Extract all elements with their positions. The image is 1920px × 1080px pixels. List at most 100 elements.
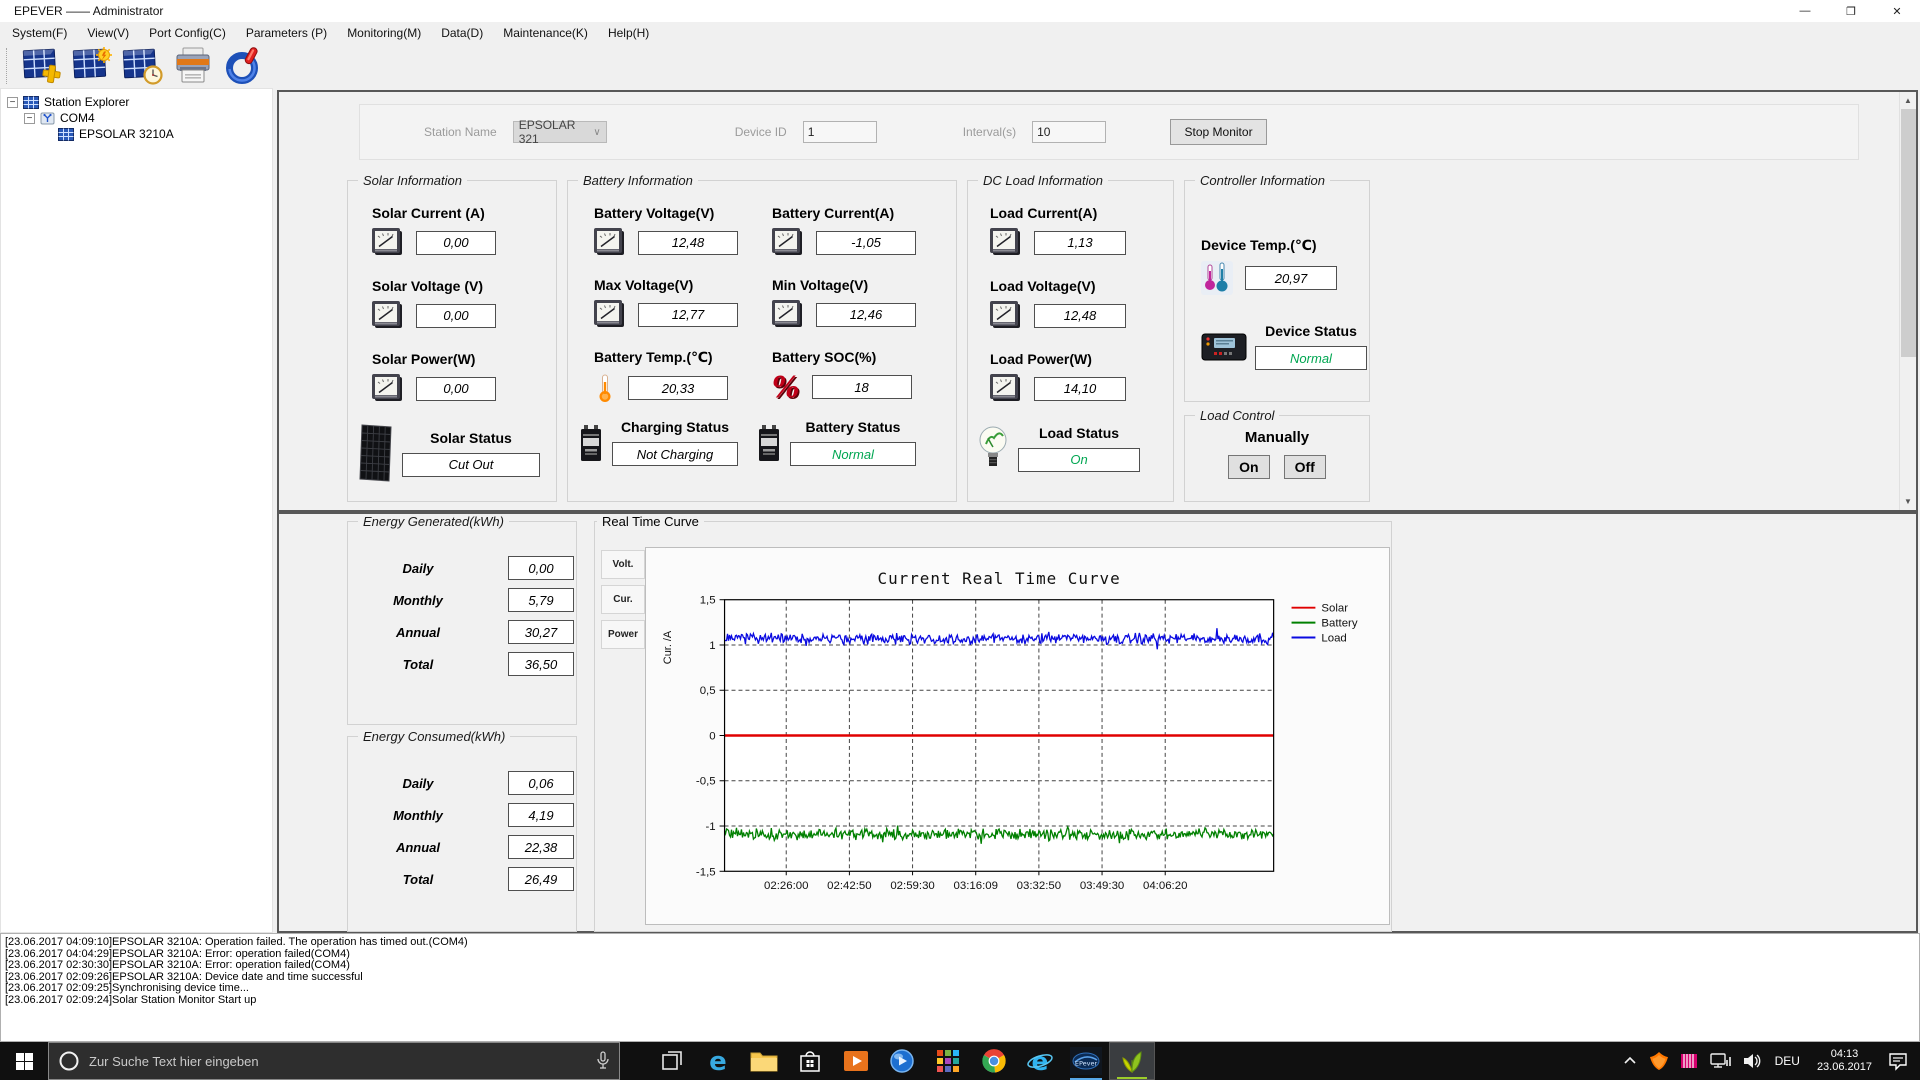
monitor-scrollbar[interactable]: ▲ ▼ bbox=[1899, 92, 1916, 510]
battery-temp-label: Battery Temp.(℃) bbox=[594, 349, 713, 365]
solar-panel-clock-icon bbox=[122, 46, 164, 86]
taskbar-file-explorer[interactable] bbox=[741, 1042, 787, 1080]
meter-icon bbox=[594, 300, 626, 329]
battery-information-panel: Battery Information Battery Voltage(V) 12… bbox=[567, 173, 957, 502]
tray-antivirus[interactable] bbox=[1649, 1051, 1669, 1071]
clock-time: 04:13 bbox=[1830, 1048, 1859, 1060]
taskbar-epever[interactable]: EPever bbox=[1063, 1042, 1109, 1080]
taskbar-solar-monitor[interactable] bbox=[1109, 1042, 1155, 1080]
meter-icon bbox=[372, 228, 404, 257]
station-name-select[interactable]: EPSOLAR 321 ∨ bbox=[512, 118, 607, 146]
tray-volume[interactable] bbox=[1742, 1052, 1762, 1070]
power-icon bbox=[223, 46, 263, 86]
print-button[interactable] bbox=[169, 45, 216, 87]
dc-load-information-panel: DC Load Information Load Current(A) 1,13 L… bbox=[967, 173, 1174, 502]
menu-monitoring[interactable]: Monitoring(M) bbox=[337, 22, 431, 43]
menu-view[interactable]: View(V) bbox=[77, 22, 139, 43]
menu-maintenance[interactable]: Maintenance(K) bbox=[493, 22, 598, 43]
minimize-button[interactable]: — bbox=[1782, 0, 1828, 22]
energy-consumed-label-0: Daily bbox=[402, 775, 434, 791]
taskbar-media-app[interactable] bbox=[879, 1042, 925, 1080]
rtc-tab-volt[interactable]: Volt. bbox=[601, 550, 645, 579]
store-icon bbox=[798, 1048, 822, 1074]
tray-app[interactable] bbox=[1680, 1052, 1698, 1070]
load-voltage-label: Load Voltage(V) bbox=[990, 278, 1096, 294]
load-off-button[interactable]: Off bbox=[1283, 455, 1326, 479]
close-button[interactable]: ✕ bbox=[1874, 0, 1920, 22]
language-indicator[interactable]: DEU bbox=[1766, 1042, 1809, 1080]
energy-generated-value-0: 0,00 bbox=[508, 556, 574, 580]
menu-help[interactable]: Help(H) bbox=[598, 22, 659, 43]
taskbar-apps-hub[interactable] bbox=[925, 1042, 971, 1080]
stop-monitor-button[interactable]: Stop Monitor bbox=[1170, 119, 1268, 145]
tree-item-com4[interactable]: − COM4 bbox=[1, 110, 272, 126]
add-station-button[interactable] bbox=[19, 45, 66, 87]
load-current-label: Load Current(A) bbox=[990, 205, 1098, 221]
epever-monitor-window: EPEVER —— Administrator — ❐ ✕ System(F) V… bbox=[0, 0, 1920, 1080]
restore-button[interactable]: ❐ bbox=[1828, 0, 1874, 22]
energy-consumed-label-1: Monthly bbox=[393, 807, 443, 823]
bulb-icon bbox=[976, 424, 1010, 472]
device-id-input[interactable] bbox=[802, 121, 877, 143]
notification-center-button[interactable] bbox=[1880, 1042, 1920, 1080]
tree-expander[interactable]: − bbox=[24, 112, 35, 124]
taskbar-search[interactable] bbox=[48, 1042, 620, 1080]
energy-consumed-value-2: 22,38 bbox=[508, 835, 574, 859]
start-button[interactable] bbox=[0, 1042, 48, 1080]
energy-consumed-title: Energy Consumed(kWh) bbox=[358, 729, 511, 744]
menu-port-config[interactable]: Port Config(C) bbox=[139, 22, 236, 43]
tray-network[interactable] bbox=[1709, 1052, 1731, 1070]
energy-consumed-row-daily: Daily 0,06 bbox=[374, 771, 576, 795]
taskbar-edge[interactable]: e bbox=[695, 1042, 741, 1080]
svg-text:0,5: 0,5 bbox=[700, 685, 716, 697]
tree-expander[interactable]: − bbox=[7, 96, 18, 108]
scroll-thumb[interactable] bbox=[1901, 109, 1916, 357]
rtc-tab-cur[interactable]: Cur. bbox=[601, 585, 645, 614]
taskbar-clock[interactable]: 04:13 23.06.2017 bbox=[1809, 1042, 1880, 1080]
taskbar-video-app[interactable] bbox=[833, 1042, 879, 1080]
charging-status-label: Charging Status bbox=[620, 419, 730, 435]
search-input[interactable] bbox=[89, 1053, 587, 1069]
exit-button[interactable] bbox=[219, 45, 266, 87]
max-voltage-label: Max Voltage(V) bbox=[594, 277, 694, 293]
load-on-button[interactable]: On bbox=[1228, 455, 1270, 479]
solar-panel-sun-icon bbox=[72, 46, 114, 86]
chart-area: 02:26:00 02:42:50 02:59:30 03:16:09 03:32:50… bbox=[645, 547, 1390, 925]
solar-voltage-field: Solar Voltage (V) 0,00 bbox=[372, 278, 556, 330]
window-title: EPEVER —— Administrator bbox=[14, 4, 164, 18]
energy-consumed-label-2: Annual bbox=[395, 839, 441, 855]
history-data-button[interactable] bbox=[119, 45, 166, 87]
taskbar-chrome[interactable] bbox=[971, 1042, 1017, 1080]
log-entry-0: [23.06.2017 04:09:10]EPSOLAR 3210A: Oper… bbox=[5, 936, 468, 948]
svg-text:EPever: EPever bbox=[1075, 1060, 1098, 1068]
interval-input[interactable] bbox=[1032, 121, 1107, 143]
antivirus-icon bbox=[1649, 1051, 1669, 1071]
svg-text:e: e bbox=[1032, 1047, 1049, 1075]
energy-generated-panel: Energy Generated(kWh) Daily 0,00 Monthly 5,… bbox=[347, 514, 577, 725]
battery-soc-label: Battery SOC(%) bbox=[772, 349, 877, 365]
tray-chevron[interactable] bbox=[1622, 1053, 1638, 1069]
menu-parameters-[interactable]: Parameters (P) bbox=[236, 22, 337, 43]
battery-current-value: -1,05 bbox=[816, 230, 916, 255]
solar-power-value: 0,00 bbox=[416, 376, 496, 401]
tree-item-epsolar-3210a[interactable]: EPSOLAR 3210A bbox=[1, 126, 272, 142]
ie-icon: e bbox=[1026, 1047, 1054, 1075]
dc-load-information-title: DC Load Information bbox=[978, 173, 1108, 188]
solar-status-block: Solar Status Cut Out bbox=[358, 424, 540, 482]
taskbar-store[interactable] bbox=[787, 1042, 833, 1080]
taskbar-task-view[interactable] bbox=[649, 1042, 695, 1080]
load-status-label: Load Status bbox=[1038, 424, 1120, 441]
station-name-value: EPSOLAR 321 bbox=[518, 118, 576, 146]
scroll-down-arrow[interactable]: ▼ bbox=[1900, 493, 1916, 510]
menu-system[interactable]: System(F) bbox=[2, 22, 77, 43]
solar-power-field: Solar Power(W) 0,00 bbox=[372, 351, 556, 403]
station-monitor-button[interactable] bbox=[69, 45, 116, 87]
rtc-tab-power[interactable]: Power bbox=[601, 620, 645, 649]
scroll-up-arrow[interactable]: ▲ bbox=[1900, 92, 1916, 109]
menu-data[interactable]: Data(D) bbox=[431, 22, 493, 43]
energy-generated-label-2: Annual bbox=[395, 624, 441, 640]
charging-status-value: Not Charging bbox=[612, 442, 738, 466]
clock-date: 23.06.2017 bbox=[1816, 1061, 1872, 1073]
tree-item-station-explorer[interactable]: − Station Explorer bbox=[1, 94, 272, 110]
taskbar-ie[interactable]: e bbox=[1017, 1042, 1063, 1080]
